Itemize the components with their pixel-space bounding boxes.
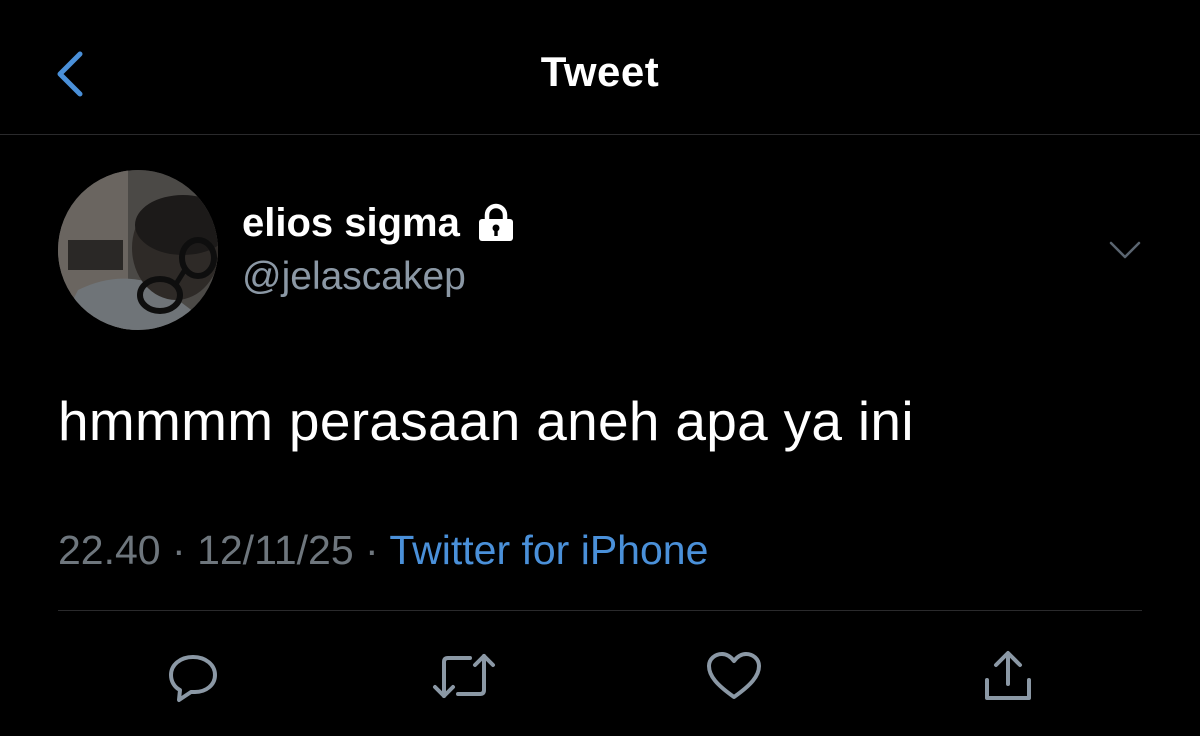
- meta-separator: ·: [172, 527, 186, 573]
- chevron-down-icon: [1109, 241, 1141, 259]
- tweet-time: 22.40: [58, 527, 161, 573]
- tweet-detail: elios sigma @jelascakep hmmmm perasaan a…: [0, 136, 1200, 736]
- navigation-header: Tweet: [0, 0, 1200, 135]
- more-options-button[interactable]: [1100, 230, 1150, 270]
- share-icon: [985, 651, 1031, 700]
- divider: [58, 610, 1142, 611]
- tweet-meta: 22.40 · 12/11/25 · Twitter for iPhone: [58, 524, 708, 576]
- avatar[interactable]: [58, 170, 218, 330]
- tweet-source-link[interactable]: Twitter for iPhone: [389, 527, 708, 573]
- reply-icon: [169, 655, 217, 702]
- meta-separator: ·: [365, 527, 379, 573]
- user-handle: @jelascakep: [242, 255, 466, 298]
- action-bar: [0, 636, 1200, 716]
- retweet-icon: [433, 654, 495, 698]
- page-title: Tweet: [540, 48, 660, 95]
- tweet-date: 12/11/25: [197, 527, 354, 573]
- display-name-row: elios sigma: [242, 198, 518, 248]
- display-name: elios sigma: [242, 201, 460, 245]
- tweet-text: hmmmm perasaan aneh apa ya ini: [58, 390, 914, 452]
- heart-icon: [707, 652, 761, 699]
- author-info[interactable]: elios sigma @jelascakep: [242, 198, 518, 302]
- retweet-button[interactable]: [424, 636, 504, 716]
- reply-button[interactable]: [153, 636, 233, 716]
- avatar-photo: [58, 170, 218, 330]
- share-button[interactable]: [968, 636, 1048, 716]
- like-button[interactable]: [694, 636, 774, 716]
- lock-icon: [474, 201, 518, 245]
